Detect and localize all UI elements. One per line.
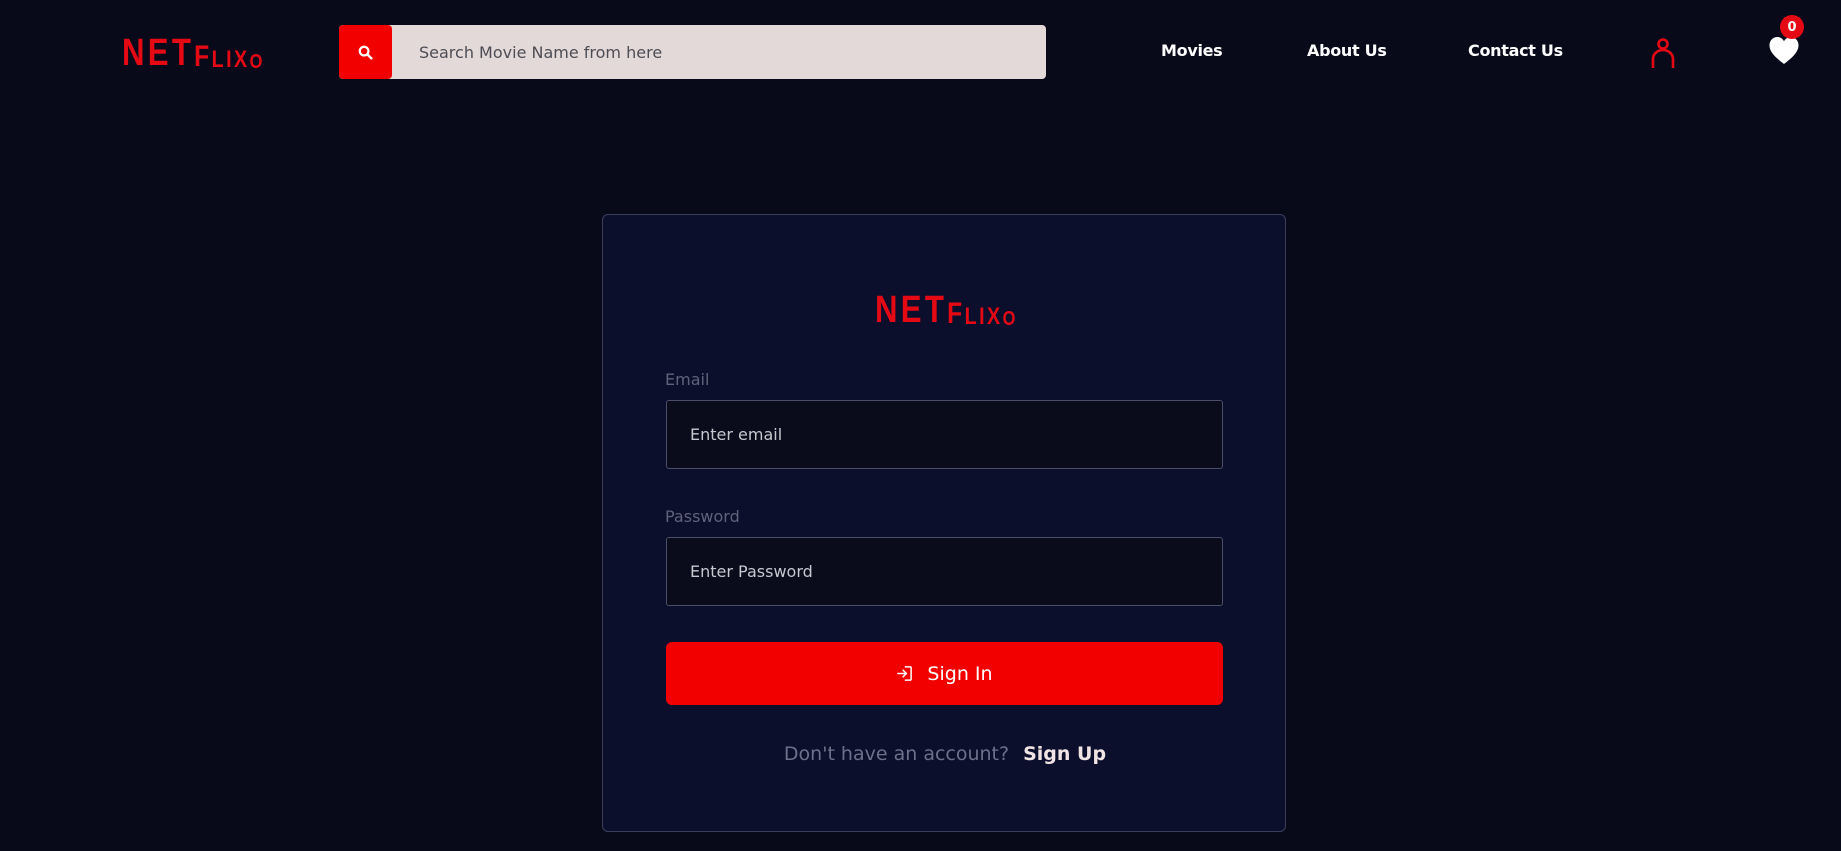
top-navbar: NET F LIX O Movies About Us Contact Us 0 (0, 0, 1841, 104)
logo-text-net: NET (122, 32, 195, 74)
nav-link-movies[interactable]: Movies (1161, 41, 1223, 60)
user-icon[interactable] (1650, 37, 1676, 69)
logo-text-o: O (249, 51, 265, 73)
sign-up-link[interactable]: Sign Up (1023, 743, 1106, 765)
card-brand-logo: NET F LIX O (875, 291, 1017, 329)
logo-text-net: NET (875, 289, 948, 331)
nav-link-about-us[interactable]: About Us (1307, 41, 1387, 60)
nav-link-contact-us[interactable]: Contact Us (1468, 41, 1563, 60)
brand-logo[interactable]: NET F LIX O (122, 34, 264, 72)
logo-text-lix: LIX (964, 303, 1003, 330)
email-label: Email (665, 370, 710, 389)
favorites-count-badge: 0 (1780, 15, 1804, 39)
sign-in-button[interactable]: Sign In (666, 642, 1223, 705)
password-label: Password (665, 507, 740, 526)
logo-text-f: F (947, 297, 965, 330)
logo-text-f: F (194, 40, 212, 73)
search-icon (358, 45, 373, 60)
sign-up-prompt: Don't have an account? (783, 743, 1010, 765)
sign-in-label: Sign In (927, 662, 993, 685)
search-button[interactable] (339, 25, 392, 79)
logo-text-o: O (1002, 308, 1018, 330)
password-field[interactable] (666, 537, 1223, 606)
search-bar (339, 25, 1046, 79)
sign-in-icon (897, 666, 913, 681)
sign-up-row: Don't have an account? Sign Up (603, 743, 1287, 765)
login-card: NET F LIX O Email Password Sign In Don't… (602, 214, 1286, 832)
logo-text-lix: LIX (211, 46, 250, 73)
search-input[interactable] (392, 25, 1046, 79)
email-field[interactable] (666, 400, 1223, 469)
heart-icon[interactable] (1768, 35, 1800, 67)
